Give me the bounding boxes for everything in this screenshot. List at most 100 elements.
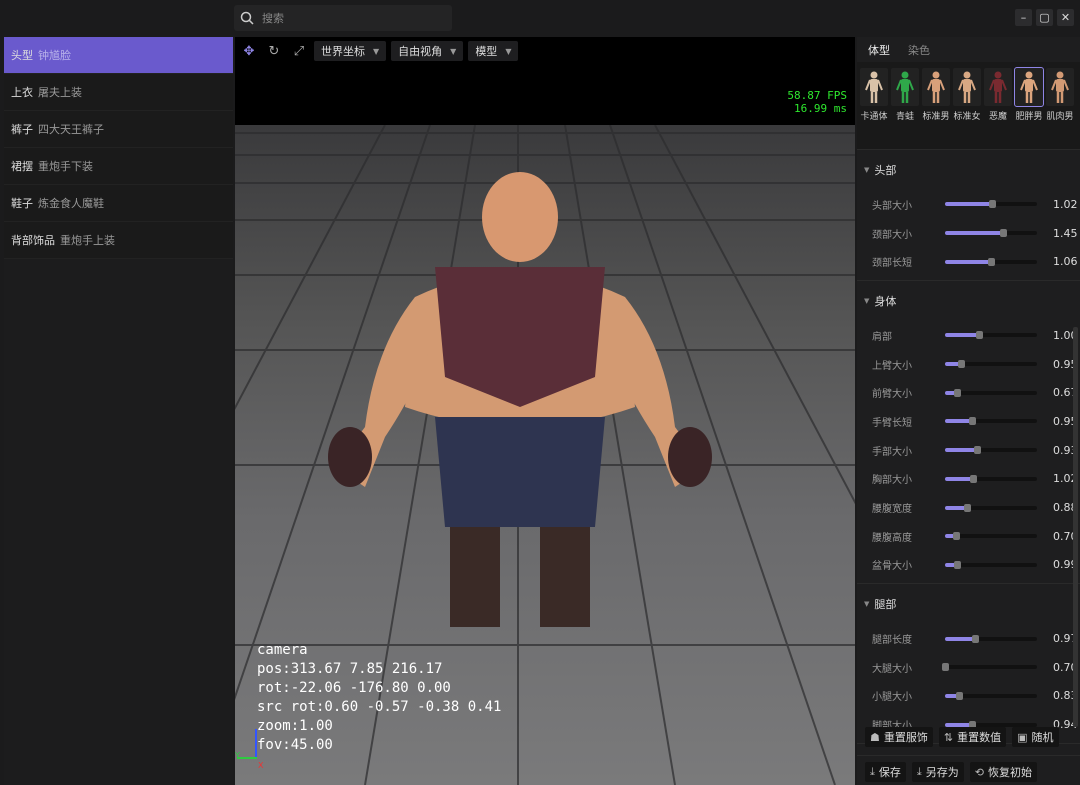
body-preset[interactable]: 卡通体 — [860, 68, 888, 149]
move-tool-icon[interactable]: ✥ — [239, 41, 259, 61]
outfit-item[interactable]: 背部饰品 重炮手上装 — [4, 222, 233, 259]
slider-handle[interactable] — [968, 417, 976, 426]
slider-label: 腰腹宽度 — [872, 504, 912, 516]
body-shape-panel: 体型 染色 卡通体 青蛙 标准男 标准女 恶魔 肥胖男 肌肉男 ▼ 头部 头部大小 1.02 颈部大小… — [857, 37, 1080, 785]
rotate-tool-icon[interactable]: ↻ — [264, 41, 284, 61]
slider-fill — [945, 259, 991, 264]
slider-label: 上臂大小 — [872, 360, 912, 372]
outfit-item[interactable]: 鞋子 炼金食人魔鞋 — [4, 185, 233, 222]
3d-viewport[interactable]: ✥ ↻ ⤢ 世界坐标 ▼ 自由视角 ▼ 模型 ▼ 58.87 FPS 16.99 ms … — [235, 37, 855, 785]
slider-handle[interactable] — [976, 331, 984, 340]
preset-thumbnail — [1046, 68, 1074, 106]
body-preset[interactable]: 标准女 — [953, 68, 981, 149]
slider-handle[interactable] — [999, 229, 1007, 238]
slider-handle[interactable] — [969, 474, 977, 483]
slider-handle[interactable] — [957, 360, 965, 369]
scale-tool-icon[interactable]: ⤢ — [289, 41, 309, 61]
view-dropdown[interactable]: 自由视角 ▼ — [391, 41, 464, 61]
slider-handle[interactable] — [953, 388, 961, 397]
slider-group: ▼腿部腿部长度0.97大腿大小0.70小腿大小0.83脚部大小0.94 — [857, 584, 1080, 744]
slider-handle[interactable] — [988, 200, 996, 209]
preset-label: 标准女 — [953, 112, 981, 122]
mode-dropdown[interactable]: 模型 ▼ — [468, 41, 519, 61]
body-preset[interactable]: 恶魔 — [984, 68, 1012, 149]
reset-values-icon: ⇅ — [943, 730, 954, 744]
slider-handle[interactable] — [955, 691, 963, 700]
group-header[interactable]: ▼ 头部 — [857, 150, 1080, 190]
outfit-item[interactable]: 头型 钟馗脸 — [4, 37, 233, 74]
scrollbar[interactable] — [1073, 327, 1078, 727]
slider-row: 上臂大小 0.95 — [857, 350, 1080, 379]
slider[interactable] — [945, 200, 1037, 209]
slider[interactable] — [945, 532, 1037, 541]
slider-handle[interactable] — [972, 634, 980, 643]
slider[interactable] — [945, 446, 1037, 455]
slider[interactable] — [945, 691, 1037, 700]
preset-label: 恶魔 — [988, 112, 1007, 122]
slider-row: 颈部大小 1.45 — [857, 219, 1080, 248]
slider-fill — [945, 202, 992, 207]
minimize-button[interactable]: – — [1015, 9, 1032, 26]
slider[interactable] — [945, 257, 1037, 266]
slider-row: 小腿大小 0.83 — [857, 682, 1080, 711]
outfit-category: 头型 — [11, 49, 33, 62]
close-button[interactable]: ✕ — [1057, 9, 1074, 26]
preset-thumbnail — [860, 68, 888, 106]
tab-body-shape[interactable]: 体型 — [868, 42, 890, 58]
outfit-item[interactable]: 上衣 屠夫上装 — [4, 74, 233, 111]
coord-dropdown[interactable]: 世界坐标 ▼ — [314, 41, 387, 61]
save-icon: ⤓ — [870, 765, 875, 778]
body-preset[interactable]: 肥胖男 — [1014, 67, 1044, 149]
slider[interactable] — [945, 417, 1037, 426]
save-button[interactable]: ⤓ 保存 — [865, 762, 906, 782]
slider-row: 胸部大小 1.02 — [857, 465, 1080, 494]
outfit-item[interactable]: 裙摆 重炮手下装 — [4, 148, 233, 185]
search-icon — [240, 11, 254, 25]
body-preset[interactable]: 肌肉男 — [1046, 68, 1074, 149]
slider-fill — [945, 419, 972, 424]
outfit-value: 屠夫上装 — [38, 86, 82, 99]
outfit-value: 重炮手上装 — [60, 234, 115, 247]
maximize-button[interactable]: ▢ — [1036, 9, 1053, 26]
slider[interactable] — [945, 360, 1037, 369]
slider-row: 腰腹高度 0.70 — [857, 522, 1080, 551]
slider-handle[interactable] — [974, 446, 982, 455]
slider-row: 腿部长度 0.97 — [857, 624, 1080, 653]
tab-dye[interactable]: 染色 — [908, 42, 930, 58]
outfit-category: 鞋子 — [11, 197, 33, 210]
slider[interactable] — [945, 331, 1037, 340]
collapse-arrow-icon: ▼ — [864, 166, 870, 174]
slider-handle[interactable] — [953, 560, 961, 569]
body-preset[interactable]: 青蛙 — [891, 68, 919, 149]
slider-label: 头部大小 — [872, 200, 912, 212]
slider-row: 手部大小 0.93 — [857, 436, 1080, 465]
slider-handle[interactable] — [964, 503, 972, 512]
slider-label: 腿部长度 — [872, 635, 912, 647]
slider-handle[interactable] — [942, 663, 949, 672]
group-header[interactable]: ▼ 身体 — [857, 281, 1080, 321]
save-as-button[interactable]: ⤓ 另存为 — [911, 762, 964, 782]
outfit-item[interactable]: 裤子 四大天王裤子 — [4, 111, 233, 148]
reset-values-button[interactable]: ⇅ 重置数值 — [938, 727, 1007, 747]
slider[interactable] — [945, 388, 1037, 397]
restore-button[interactable]: ⟲ 恢复初始 — [969, 762, 1037, 782]
camera-zoom: zoom:1.00 — [257, 718, 333, 734]
random-icon: ▣ — [1017, 730, 1028, 744]
search-input[interactable] — [262, 11, 432, 25]
group-header[interactable]: ▼ 腿部 — [857, 584, 1080, 624]
slider[interactable] — [945, 229, 1037, 238]
slider[interactable] — [945, 560, 1037, 569]
slider-handle[interactable] — [953, 532, 961, 541]
slider[interactable] — [942, 663, 1037, 672]
search-box[interactable] — [234, 5, 452, 31]
slider[interactable] — [945, 503, 1037, 512]
body-preset[interactable]: 标准男 — [922, 68, 950, 149]
slider-fill — [945, 636, 976, 641]
slider[interactable] — [945, 474, 1037, 483]
slider-label: 前臂大小 — [872, 389, 912, 401]
slider-handle[interactable] — [988, 257, 995, 266]
random-button[interactable]: ▣ 随机 — [1012, 727, 1059, 747]
slider[interactable] — [945, 634, 1037, 643]
camera-pos: pos:313.67 7.85 216.17 — [257, 661, 443, 677]
outfit-button[interactable]: ☗ 重置服饰 — [865, 727, 933, 747]
